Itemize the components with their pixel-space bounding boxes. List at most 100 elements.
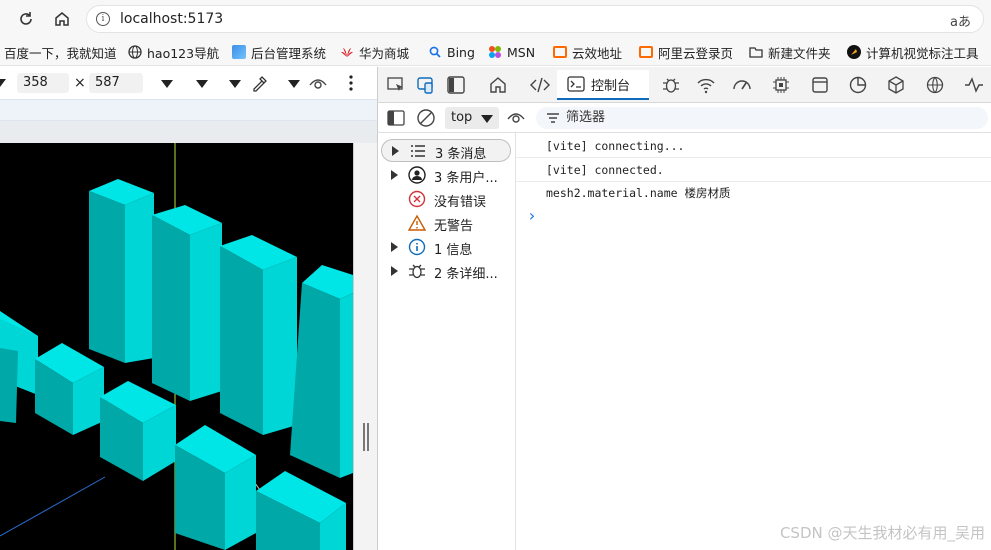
building (89, 179, 154, 363)
clear-console-icon[interactable] (416, 108, 436, 128)
console-toolbar: top 筛选器 (377, 103, 991, 133)
log-message[interactable]: [vite] connecting... (516, 135, 991, 158)
height-input[interactable]: 587 (89, 73, 143, 93)
console-icon (567, 76, 585, 92)
site-info-icon[interactable]: i (96, 12, 110, 26)
bookmark-new-folder[interactable]: 新建文件夹 (749, 44, 831, 61)
throttle-dropdown-icon[interactable] (196, 80, 208, 88)
device-emulation-icon[interactable] (416, 75, 436, 95)
sidebar-item-info[interactable]: 1 信息 (378, 236, 515, 259)
bookmark-label: hao123导航 (147, 45, 220, 61)
bookmark-label: 新建文件夹 (768, 45, 831, 61)
url-text: localhost:5173 (120, 11, 224, 27)
memory-chip-icon[interactable] (771, 75, 791, 95)
bookmark-yunxiao[interactable]: 云效地址 (553, 44, 623, 61)
building (100, 381, 176, 481)
bookmarks-bar: 百度一下，我就知道 hao123导航 后台管理系统 华为商城 Bing MSN … (0, 38, 991, 66)
lighthouse-icon[interactable] (848, 75, 868, 95)
bookmark-label: 阿里云登录页 (658, 45, 734, 61)
tab-console[interactable]: 控制台 (557, 70, 649, 100)
error-icon (408, 190, 426, 208)
info-icon (408, 238, 426, 256)
warning-icon (408, 214, 426, 231)
width-input[interactable]: 358 (17, 73, 69, 93)
building (175, 425, 256, 550)
bookmark-hao123[interactable]: hao123导航 (128, 44, 220, 61)
network-wifi-icon[interactable] (696, 75, 716, 95)
dimensions-dropdown-icon[interactable] (0, 79, 6, 87)
bookmark-bing[interactable]: Bing (428, 44, 475, 60)
more-options-icon[interactable] (346, 73, 356, 93)
user-icon (408, 166, 426, 184)
media-query-ruler (0, 99, 377, 121)
bookmark-label: MSN (507, 44, 536, 60)
vision-dropdown-icon[interactable] (288, 80, 300, 88)
console-log: [vite] connecting... [vite] connected. m… (516, 133, 991, 550)
panel-resizer[interactable] (353, 143, 377, 550)
sidebar-item-label: 无警告 (434, 219, 474, 234)
globe-icon (128, 45, 142, 59)
sidebar-item-messages[interactable]: 3 条消息 (381, 139, 511, 162)
network-conditions-icon[interactable] (925, 75, 945, 95)
sidebar-item-label: 2 条详细... (434, 267, 498, 282)
bookmark-label: 计算机视觉标注工具 (866, 45, 979, 61)
devtools-tab-bar: 控制台 (377, 67, 991, 103)
log-message[interactable]: mesh2.material.name 楼房材质 (516, 182, 991, 205)
bookmark-huawei[interactable]: 华为商城 (340, 44, 410, 61)
context-selector-label: top (451, 110, 473, 125)
eyedropper-icon[interactable] (250, 73, 270, 93)
context-selector[interactable]: top (445, 107, 499, 129)
rotate-dropdown-icon[interactable] (229, 80, 241, 88)
reload-icon[interactable] (14, 7, 38, 31)
activity-icon[interactable] (964, 75, 984, 95)
bug-icon[interactable] (661, 75, 681, 95)
building (35, 343, 104, 435)
list-icon (411, 145, 425, 157)
dock-side-icon[interactable] (446, 75, 466, 95)
console-sidebar: 3 条消息 3 条用户... 没有错误 无警告 1 信息 2 条详细... (377, 133, 516, 550)
inspect-element-icon[interactable] (386, 75, 406, 95)
bookmark-admin[interactable]: 后台管理系统 (232, 44, 326, 61)
sidebar-item-warnings[interactable]: 无警告 (378, 212, 515, 235)
application-icon[interactable] (810, 75, 830, 95)
browser-toolbar: i localhost:5173 aあ (0, 0, 991, 38)
read-aloud-icon[interactable]: aあ (950, 11, 971, 30)
bing-search-icon (429, 46, 441, 58)
bookmark-label: 华为商城 (359, 45, 410, 61)
bookmark-label: 云效地址 (572, 45, 623, 61)
zoom-dropdown-icon[interactable] (161, 80, 173, 88)
live-expression-icon[interactable] (506, 109, 526, 125)
bookmark-baidu[interactable]: 百度一下，我就知道 (4, 44, 117, 61)
elements-icon[interactable] (530, 75, 550, 95)
folder-icon (749, 47, 763, 58)
huawei-icon (341, 48, 353, 57)
resizer-grip-icon[interactable] (363, 423, 369, 451)
watermark: CSDN @天生我材必有用_吴用 (779, 524, 985, 542)
sidebar-item-user-messages[interactable]: 3 条用户... (378, 164, 515, 187)
building-scene (0, 143, 353, 550)
vision-icon[interactable] (308, 75, 328, 91)
msn-icon (489, 46, 501, 58)
threejs-canvas[interactable] (0, 143, 353, 550)
console-prompt[interactable]: › (527, 206, 537, 225)
sidebar-item-label: 3 条用户... (434, 171, 498, 186)
welcome-home-icon[interactable] (488, 75, 508, 95)
filter-input[interactable]: 筛选器 (536, 107, 988, 129)
sidebar-item-verbose[interactable]: 2 条详细... (378, 260, 515, 283)
home-icon[interactable] (50, 7, 74, 31)
filter-placeholder: 筛选器 (566, 110, 606, 125)
expand-arrow-icon (391, 242, 398, 252)
3d-view-icon[interactable] (886, 75, 906, 95)
sidebar-item-errors[interactable]: 没有错误 (378, 188, 515, 211)
sidebar-item-label: 3 条消息 (435, 147, 487, 162)
sidebar-toggle-icon[interactable] (387, 109, 405, 127)
performance-icon[interactable] (732, 75, 752, 95)
aliyun-icon (553, 46, 567, 58)
bookmark-msn[interactable]: MSN (488, 44, 535, 60)
building (290, 265, 353, 478)
bookmark-cv-tool[interactable]: 计算机视觉标注工具 (847, 44, 979, 61)
bookmark-aliyun-login[interactable]: 阿里云登录页 (639, 44, 734, 61)
log-message[interactable]: [vite] connected. (516, 159, 991, 182)
address-bar[interactable]: i localhost:5173 aあ (86, 5, 984, 33)
chevron-down-icon (481, 115, 493, 123)
